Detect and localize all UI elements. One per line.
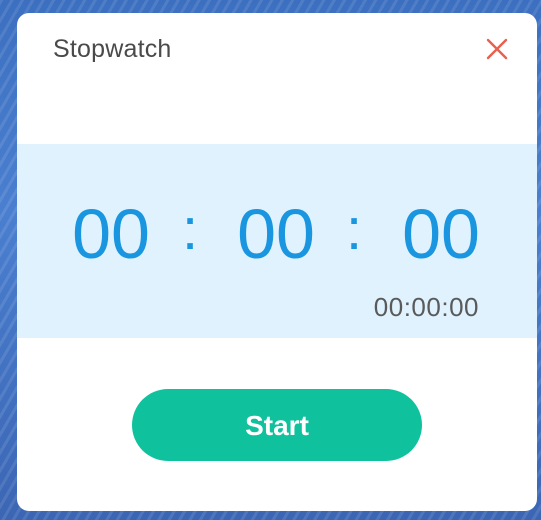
seconds-display: 00 (402, 195, 480, 273)
close-button[interactable] (485, 37, 509, 61)
minutes-display: 00 (237, 195, 315, 273)
hours-display: 00 (72, 195, 150, 273)
elapsed-time-readout: 00:00:00 (373, 292, 479, 322)
stopwatch-dialog: Stopwatch 00 : 00 : 00 00:00:00 Start (17, 13, 537, 511)
time-separator: : (345, 197, 363, 262)
start-button[interactable]: Start (132, 389, 422, 461)
time-display-panel: 00 : 00 : 00 00:00:00 (17, 144, 537, 338)
close-icon (486, 38, 508, 60)
time-display: 00 : 00 : 00 (17, 196, 537, 272)
time-separator: : (181, 197, 199, 262)
dialog-title: Stopwatch (53, 35, 172, 63)
